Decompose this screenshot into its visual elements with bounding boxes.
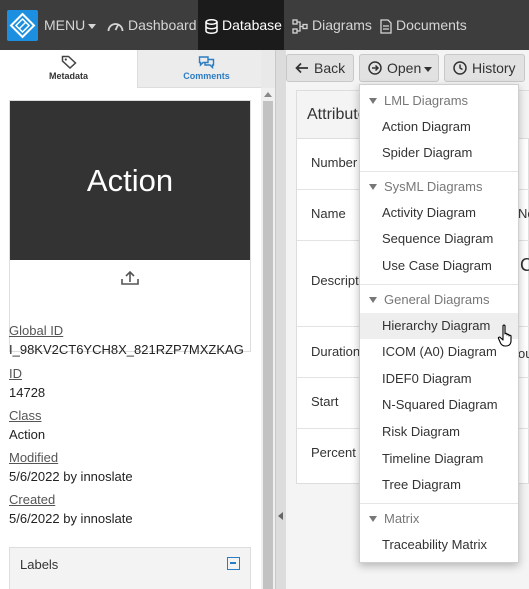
menu-item-timeline-diagram[interactable]: Timeline Diagram — [360, 446, 518, 472]
labels-section: Labels — [9, 547, 251, 589]
menu-item-use-case-diagram[interactable]: Use Case Diagram — [360, 253, 518, 279]
document-icon — [380, 19, 392, 34]
nav-label-database: Database — [222, 17, 282, 33]
nav-item-diagrams[interactable]: Diagrams — [292, 0, 372, 50]
menu-item-icom-diagram[interactable]: ICOM (A0) Diagram — [360, 339, 518, 365]
meta-value: 5/6/2022 by innoslate — [9, 469, 133, 484]
comments-icon — [198, 56, 215, 69]
meta-value: 5/6/2022 by innoslate — [9, 511, 133, 526]
dashboard-icon — [107, 23, 124, 32]
arrow-left-icon — [295, 63, 308, 74]
group-header-label: LML Diagrams — [384, 93, 469, 108]
upload-icon[interactable] — [120, 269, 140, 287]
nav-label-diagrams: Diagrams — [312, 17, 372, 33]
menu-item-spider-diagram[interactable]: Spider Diagram — [360, 140, 518, 166]
field-label-description: Descripti — [311, 273, 362, 288]
back-label: Back — [314, 60, 346, 76]
menu-button[interactable]: MENU — [44, 0, 97, 50]
menu-divider — [360, 171, 518, 172]
open-label: Open — [387, 60, 422, 76]
dropdown-group-header[interactable]: General Diagrams — [360, 287, 518, 313]
name-value-fragment: Ne — [518, 206, 529, 221]
scroll-thumb[interactable] — [263, 101, 273, 589]
metadata-panel: Metadata Comments Action Global ID I_98K… — [0, 50, 261, 589]
menu-label: MENU — [44, 17, 86, 33]
collapse-triangle-icon — [369, 184, 377, 190]
meta-label[interactable]: Created — [9, 492, 133, 507]
menu-item-action-diagram[interactable]: Action Diagram — [360, 114, 518, 140]
app-logo[interactable] — [7, 10, 38, 41]
group-header-label: Matrix — [384, 511, 420, 526]
menu-item-n-squared-diagram[interactable]: N-Squared Diagram — [360, 392, 518, 418]
nav-item-dashboard[interactable]: Dashboard — [107, 0, 197, 50]
collapse-triangle-icon — [369, 516, 377, 522]
hand-cursor-icon — [497, 324, 512, 347]
meta-value: I_98KV2CT6YCH8X_821RZP7MXZKAG — [9, 342, 244, 357]
panel-tabs: Metadata Comments — [0, 50, 261, 88]
arrow-circle-right-icon — [368, 61, 382, 76]
nav-label-documents: Documents — [396, 17, 467, 33]
field-label-start: Start — [311, 394, 339, 409]
tab-label-comments: Comments — [183, 71, 230, 81]
clock-icon — [453, 61, 467, 76]
open-dropdown-menu: LML Diagrams Action Diagram Spider Diagr… — [359, 84, 519, 563]
menu-item-activity-diagram[interactable]: Activity Diagram — [360, 200, 518, 226]
menu-item-sequence-diagram[interactable]: Sequence Diagram — [360, 226, 518, 252]
top-nav: MENU Dashboard Database Diagrams Documen… — [0, 0, 529, 50]
preview-title: Action — [10, 101, 250, 260]
dropdown-group-header[interactable]: Matrix — [360, 506, 518, 532]
database-icon — [205, 18, 218, 34]
scroll-up-icon[interactable] — [264, 92, 272, 97]
meta-label[interactable]: Global ID — [9, 323, 244, 338]
field-label-duration: Duration — [311, 344, 361, 359]
meta-label[interactable]: Class — [9, 408, 45, 423]
meta-created: Created 5/6/2022 by innoslate — [9, 492, 133, 526]
group-header-label: SysML Diagrams — [384, 179, 483, 194]
menu-item-tree-diagram[interactable]: Tree Diagram — [360, 472, 518, 498]
menu-item-traceability-matrix[interactable]: Traceability Matrix — [360, 532, 518, 558]
tag-icon — [61, 55, 77, 69]
menu-item-hierarchy-diagram[interactable]: Hierarchy Diagram — [360, 313, 518, 339]
meta-class: Class Action — [9, 408, 45, 442]
collapse-triangle-icon — [369, 98, 377, 104]
open-button[interactable]: Open — [359, 54, 439, 82]
labels-title: Labels — [20, 557, 59, 572]
nav-item-database[interactable]: Database — [198, 0, 284, 50]
tab-label-metadata: Metadata — [48, 71, 88, 81]
dropdown-group-header[interactable]: LML Diagrams — [360, 88, 518, 114]
menu-item-idef0-diagram[interactable]: IDEF0 Diagram — [360, 366, 518, 392]
field-label-number: Number — [311, 155, 358, 170]
menu-item-risk-diagram[interactable]: Risk Diagram — [360, 419, 518, 445]
meta-value: Action — [9, 427, 46, 442]
group-header-label: General Diagrams — [384, 292, 490, 307]
back-button[interactable]: Back — [286, 54, 354, 82]
meta-value: 14728 — [9, 385, 46, 400]
entity-preview: Action — [9, 100, 251, 352]
meta-label[interactable]: Modified — [9, 450, 133, 465]
nav-label-dashboard: Dashboard — [128, 17, 197, 33]
menu-divider — [360, 284, 518, 285]
meta-modified: Modified 5/6/2022 by innoslate — [9, 450, 133, 484]
tab-comments[interactable]: Comments — [138, 50, 261, 88]
history-label: History — [472, 60, 516, 76]
chevron-down-icon — [424, 66, 433, 72]
nav-item-documents[interactable]: Documents — [380, 0, 467, 50]
meta-global-id: Global ID I_98KV2CT6YCH8X_821RZP7MXZKAG — [9, 323, 244, 357]
dropdown-group-header[interactable]: SysML Diagrams — [360, 174, 518, 200]
tab-metadata[interactable]: Metadata — [0, 50, 138, 88]
collapse-icon[interactable] — [227, 557, 240, 570]
panel-splitter[interactable] — [275, 50, 286, 589]
chevron-left-icon[interactable] — [278, 512, 283, 520]
collapse-triangle-icon — [369, 297, 377, 303]
duration-value-fragment: ou — [518, 346, 529, 361]
field-label-name: Name — [311, 206, 346, 221]
chevron-down-icon — [88, 23, 97, 29]
description-value-fragment: C — [520, 255, 529, 275]
menu-divider — [360, 503, 518, 504]
history-button[interactable]: History — [444, 54, 525, 82]
diagram-icon — [292, 19, 308, 34]
left-scrollbar[interactable] — [261, 88, 275, 589]
meta-label[interactable]: ID — [9, 366, 45, 381]
meta-id: ID 14728 — [9, 366, 45, 400]
